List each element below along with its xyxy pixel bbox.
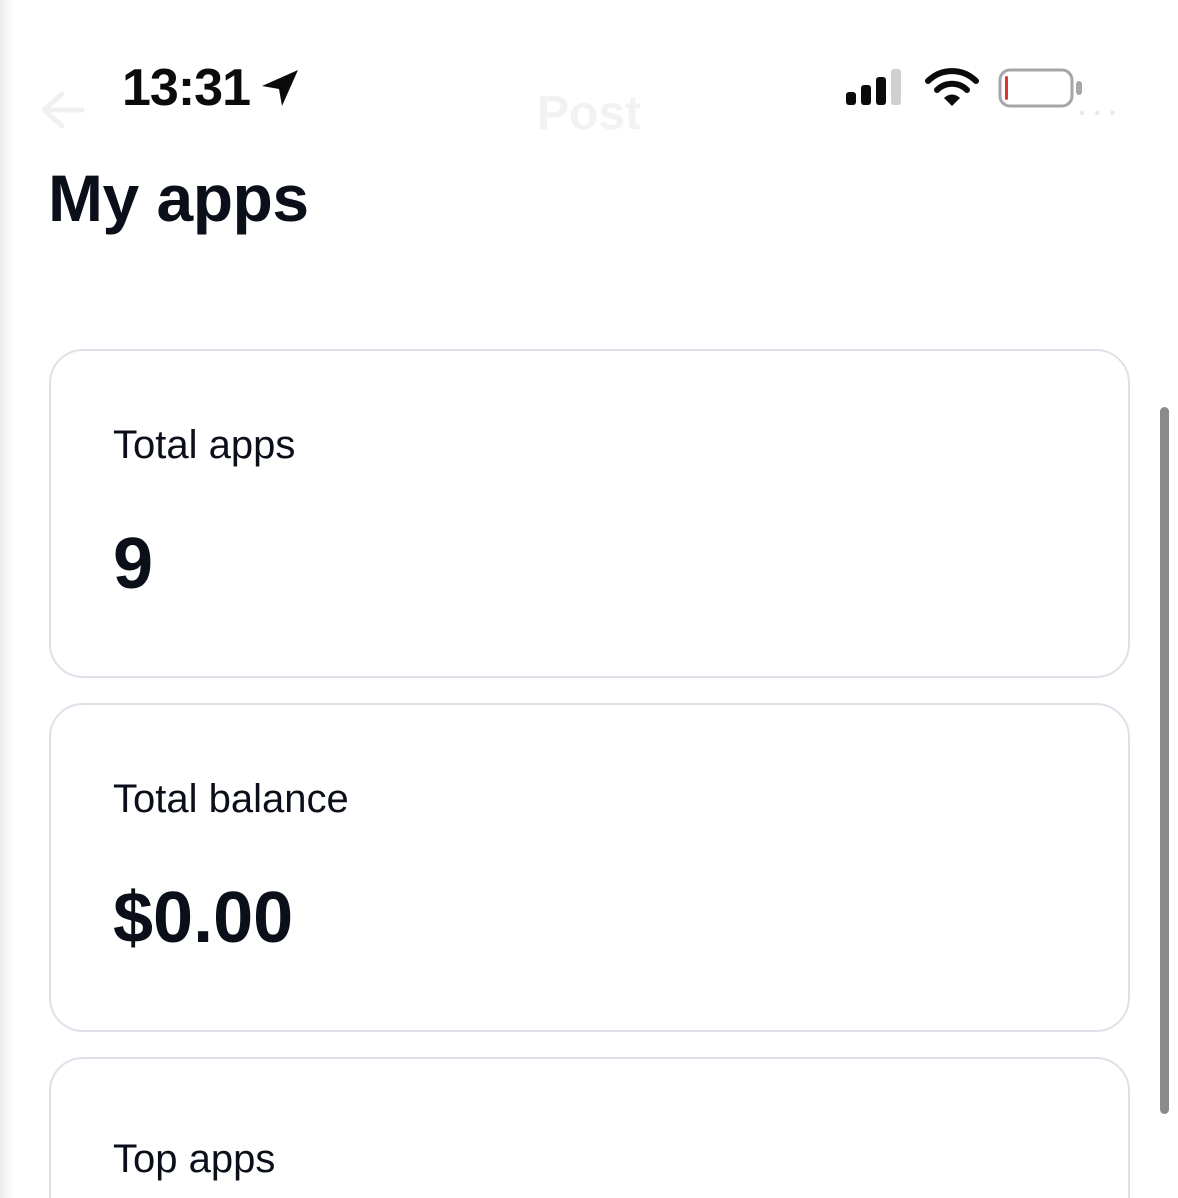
cellular-signal-icon <box>846 69 901 105</box>
total-balance-card[interactable]: Total balance $0.00 <box>49 703 1130 1032</box>
underlying-view-edge <box>0 0 14 1198</box>
location-arrow-icon <box>262 70 298 106</box>
vertical-scrollbar[interactable] <box>1160 407 1169 1114</box>
total-apps-label: Total apps <box>113 423 296 467</box>
wifi-icon <box>925 68 979 106</box>
status-time: 13:31 <box>122 59 251 117</box>
battery-low-icon <box>998 68 1082 108</box>
total-balance-value: $0.00 <box>113 878 294 958</box>
top-apps-label: Top apps <box>113 1137 276 1181</box>
total-apps-card[interactable]: Total apps 9 <box>49 349 1130 678</box>
status-bar: 13:31 <box>0 0 1178 140</box>
my-apps-screen: Post ... 13:31 My apps Total apps 9 Tota… <box>0 0 1178 1198</box>
total-apps-value: 9 <box>113 524 154 604</box>
page-title: My apps <box>48 161 309 235</box>
top-apps-card[interactable]: Top apps <box>49 1057 1130 1198</box>
total-balance-label: Total balance <box>113 777 349 821</box>
